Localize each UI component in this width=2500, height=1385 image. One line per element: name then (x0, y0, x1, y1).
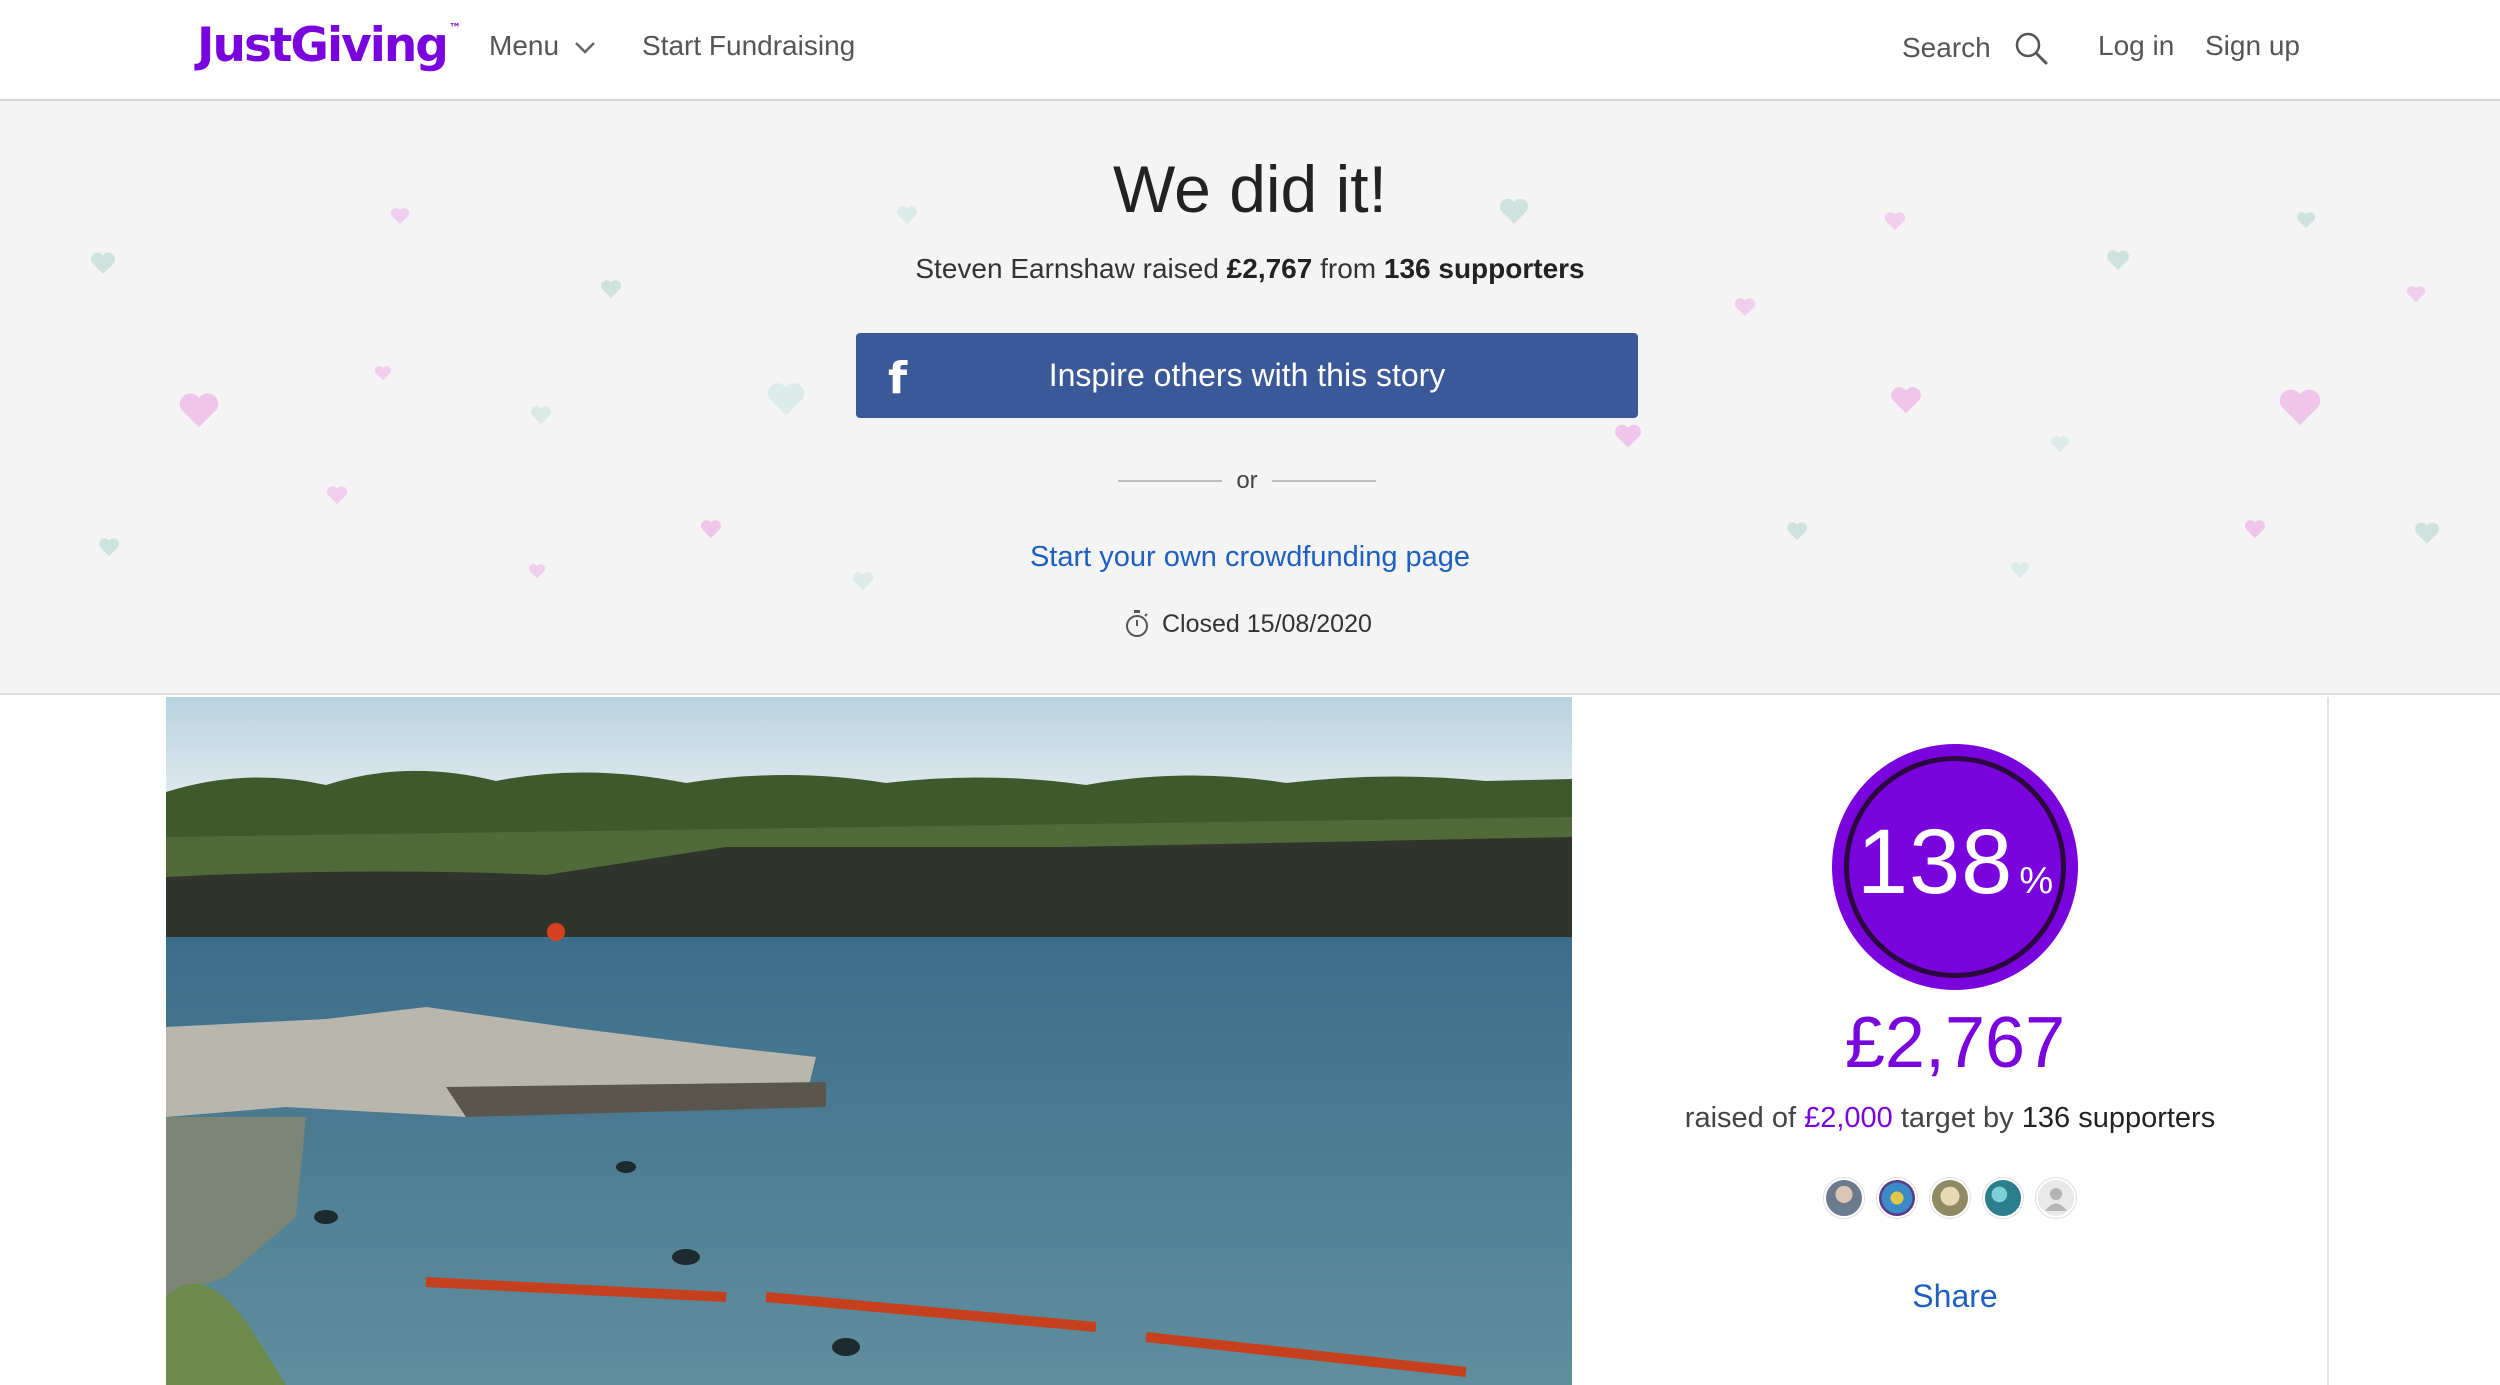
supporter-avatars (1824, 1178, 2076, 1218)
avatar[interactable] (1930, 1178, 1970, 1218)
progress-percent: 138% (1856, 811, 2054, 913)
or-text: or (1236, 467, 1258, 494)
stopwatch-icon (1126, 610, 1148, 637)
heart-icon (179, 393, 219, 428)
avatar[interactable] (1983, 1178, 2023, 1218)
target-by-text: target by (1900, 1102, 2014, 1134)
facebook-share-button[interactable]: f Inspire others with this story (856, 333, 1638, 418)
content-border (2327, 697, 2329, 1385)
search-button[interactable]: Search (1902, 30, 2049, 66)
share-link[interactable]: Share (1855, 1278, 2055, 1315)
fundraiser-photo (166, 697, 1572, 1385)
search-label: Search (1902, 32, 1991, 63)
closed-date: Closed 15/08/2020 (1162, 609, 1372, 638)
from-word: from (1320, 253, 1377, 284)
user-placeholder-icon (2045, 1188, 2067, 1211)
heart-icon (530, 406, 552, 425)
raised-amount: £2,767 (1844, 1003, 2066, 1083)
login-link[interactable]: Log in (2098, 30, 2174, 62)
hero-supporters: 136 supporters (1383, 253, 1585, 284)
start-fundraising-link[interactable]: Start Fundraising (642, 30, 855, 62)
top-navigation-bar: JustGiving ™ Menu Start Fundraising Searc… (0, 0, 2500, 101)
progress-ring: 138% (1832, 744, 2078, 990)
raised-word: raised (1142, 253, 1219, 284)
heart-icon (1615, 424, 1641, 448)
heart-icon (2050, 436, 2070, 453)
facebook-button-label: Inspire others with this story (1048, 357, 1446, 393)
heart-icon (374, 366, 392, 381)
heart-icon (2406, 286, 2426, 303)
heart-icon (326, 486, 348, 505)
avatar[interactable] (1824, 1178, 1864, 1218)
heart-icon (700, 520, 722, 539)
crowdfunding-link[interactable]: Start your own crowdfunding page (0, 541, 2500, 574)
supporters-count: 136 supporters (2021, 1102, 2216, 1134)
heart-icon (2244, 520, 2266, 539)
or-divider: or (1118, 467, 1376, 495)
closed-status: Closed 15/08/2020 (1124, 609, 1372, 639)
avatar[interactable] (1877, 1178, 1917, 1218)
raised-of-text: raised of (1684, 1102, 1797, 1134)
heart-icon (767, 383, 805, 416)
heart-icon (2279, 389, 2321, 426)
hero-raised-amount: £2,767 (1226, 253, 1313, 284)
fundraiser-name: Steven Earnshaw (915, 253, 1135, 284)
target-summary: raised of £2,000 target by 136 supporter… (1570, 1102, 2330, 1135)
crowdfunding-link-label[interactable]: Start your own crowdfunding page (1030, 541, 1470, 573)
celebration-banner: We did it! Steven Earnshaw raised £2,767… (0, 101, 2500, 695)
target-amount: £2,000 (1804, 1102, 1893, 1134)
menu-label: Menu (489, 30, 560, 61)
heart-icon (1734, 298, 1756, 317)
justgiving-logo[interactable]: JustGiving ™ (197, 18, 461, 73)
menu-dropdown[interactable]: Menu (489, 30, 597, 62)
facebook-icon: f (888, 353, 908, 404)
avatar[interactable] (2036, 1178, 2076, 1218)
chevron-down-icon (575, 42, 595, 54)
signup-link[interactable]: Sign up (2205, 30, 2300, 62)
hero-summary: Steven Earnshaw raised £2,767 from 136 s… (0, 253, 2500, 285)
heart-icon (852, 572, 874, 591)
hero-title: We did it! (1113, 152, 1387, 226)
heart-icon (1891, 387, 1921, 414)
heart-icon (1786, 522, 1808, 541)
search-icon (2015, 32, 2048, 65)
